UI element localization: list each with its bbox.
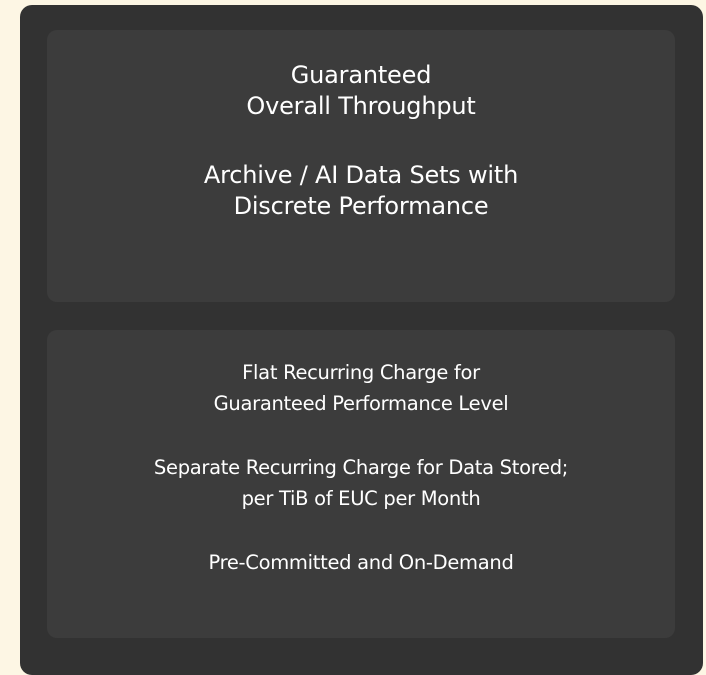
info-panel: Guaranteed Overall Throughput Archive / … [20,5,703,675]
pricing-card: Flat Recurring Charge for Guaranteed Per… [47,330,675,638]
performance-line-overall-throughput: Overall Throughput [246,92,476,120]
pricing-line-commitment: Pre-Committed and On-Demand [208,551,514,574]
performance-line-archive-ai: Archive / AI Data Sets with [203,161,519,189]
pricing-line-separate-charge: Separate Recurring Charge for Data Store… [153,456,569,479]
performance-line-discrete-performance: Discrete Performance [233,192,489,220]
pricing-line-flat-charge: Flat Recurring Charge for [242,361,480,384]
pricing-line-per-tib: per TiB of EUC per Month [241,487,481,510]
performance-card: Guaranteed Overall Throughput Archive / … [47,30,675,302]
performance-line-guaranteed: Guaranteed [290,61,432,89]
pricing-line-guaranteed-level: Guaranteed Performance Level [213,392,509,415]
